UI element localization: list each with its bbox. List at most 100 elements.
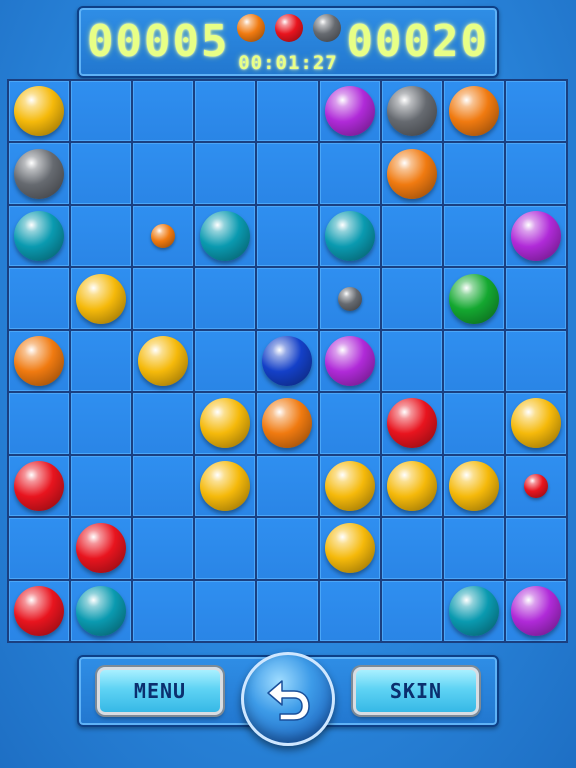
board-cell[interactable] <box>133 268 194 329</box>
board-cell[interactable] <box>195 205 256 267</box>
board-cell[interactable] <box>71 393 132 454</box>
orange-ball[interactable] <box>14 335 65 386</box>
board-cell[interactable] <box>257 143 318 204</box>
yellow-ball[interactable] <box>510 398 561 449</box>
board-cell[interactable] <box>319 268 380 329</box>
yellow-ball[interactable] <box>138 335 189 386</box>
board-cell[interactable] <box>257 580 318 641</box>
board-cell[interactable] <box>505 518 566 579</box>
gray-ball[interactable] <box>14 148 65 199</box>
board-cell[interactable] <box>9 81 70 142</box>
teal-ball[interactable] <box>200 211 251 262</box>
undo-button[interactable] <box>241 652 335 746</box>
board-cell[interactable] <box>319 205 380 267</box>
board-cell[interactable] <box>319 143 380 204</box>
menu-button[interactable]: MENU <box>97 667 223 715</box>
board-cell[interactable] <box>381 455 442 517</box>
board-cell[interactable] <box>443 455 504 517</box>
board-cell[interactable] <box>319 330 380 392</box>
board-cell[interactable] <box>195 143 256 204</box>
yellow-ball[interactable] <box>200 460 251 511</box>
game-board[interactable] <box>7 79 568 643</box>
board-cell[interactable] <box>257 81 318 142</box>
purple-ball[interactable] <box>324 86 375 137</box>
board-cell[interactable] <box>71 81 132 142</box>
board-cell[interactable] <box>9 518 70 579</box>
orange-ball[interactable] <box>448 86 499 137</box>
yellow-ball[interactable] <box>14 86 65 137</box>
blue-ball[interactable] <box>262 335 313 386</box>
yellow-ball[interactable] <box>76 273 127 324</box>
board-cell[interactable] <box>443 580 504 641</box>
board-cell[interactable] <box>505 580 566 641</box>
board-cell[interactable] <box>381 205 442 267</box>
red-ball[interactable] <box>386 398 437 449</box>
board-cell[interactable] <box>9 143 70 204</box>
yellow-ball[interactable] <box>324 523 375 574</box>
board-cell[interactable] <box>443 330 504 392</box>
board-cell[interactable] <box>195 330 256 392</box>
board-cell[interactable] <box>257 268 318 329</box>
yellow-ball[interactable] <box>324 460 375 511</box>
board-cell[interactable] <box>319 81 380 142</box>
board-cell[interactable] <box>71 330 132 392</box>
teal-ball[interactable] <box>14 211 65 262</box>
board-cell[interactable] <box>71 205 132 267</box>
board-cell[interactable] <box>71 518 132 579</box>
board-cell[interactable] <box>505 393 566 454</box>
teal-ball[interactable] <box>448 585 499 636</box>
red-ball[interactable] <box>14 460 65 511</box>
board-cell[interactable] <box>257 205 318 267</box>
board-cell[interactable] <box>71 268 132 329</box>
red-ball[interactable] <box>76 523 127 574</box>
board-cell[interactable] <box>443 268 504 329</box>
board-cell[interactable] <box>133 330 194 392</box>
board-cell[interactable] <box>195 81 256 142</box>
board-cell[interactable] <box>443 205 504 267</box>
board-cell[interactable] <box>9 455 70 517</box>
teal-ball[interactable] <box>76 585 127 636</box>
board-cell[interactable] <box>319 518 380 579</box>
board-cell[interactable] <box>195 455 256 517</box>
board-cell[interactable] <box>9 393 70 454</box>
board-cell[interactable] <box>133 143 194 204</box>
board-cell[interactable] <box>443 393 504 454</box>
board-cell[interactable] <box>381 81 442 142</box>
board-cell[interactable] <box>381 268 442 329</box>
orange-ball[interactable] <box>262 398 313 449</box>
board-cell[interactable] <box>257 393 318 454</box>
board-cell[interactable] <box>381 580 442 641</box>
board-cell[interactable] <box>319 393 380 454</box>
skin-button[interactable]: SKIN <box>353 667 479 715</box>
board-cell[interactable] <box>133 205 194 267</box>
orange-ball[interactable] <box>151 224 176 249</box>
red-ball[interactable] <box>14 585 65 636</box>
board-cell[interactable] <box>443 518 504 579</box>
board-cell[interactable] <box>9 330 70 392</box>
board-cell[interactable] <box>195 580 256 641</box>
yellow-ball[interactable] <box>386 460 437 511</box>
board-cell[interactable] <box>443 81 504 142</box>
gray-ball[interactable] <box>386 86 437 137</box>
green-ball[interactable] <box>448 273 499 324</box>
board-cell[interactable] <box>71 580 132 641</box>
purple-ball[interactable] <box>510 585 561 636</box>
board-cell[interactable] <box>381 518 442 579</box>
board-cell[interactable] <box>505 205 566 267</box>
board-cell[interactable] <box>505 455 566 517</box>
board-cell[interactable] <box>505 143 566 204</box>
board-cell[interactable] <box>133 580 194 641</box>
board-cell[interactable] <box>381 330 442 392</box>
board-cell[interactable] <box>505 81 566 142</box>
board-cell[interactable] <box>133 455 194 517</box>
board-cell[interactable] <box>195 393 256 454</box>
teal-ball[interactable] <box>324 211 375 262</box>
board-cell[interactable] <box>257 518 318 579</box>
board-cell[interactable] <box>257 330 318 392</box>
board-cell[interactable] <box>319 455 380 517</box>
board-cell[interactable] <box>505 268 566 329</box>
purple-ball[interactable] <box>324 335 375 386</box>
board-cell[interactable] <box>71 455 132 517</box>
board-cell[interactable] <box>133 518 194 579</box>
board-cell[interactable] <box>381 393 442 454</box>
